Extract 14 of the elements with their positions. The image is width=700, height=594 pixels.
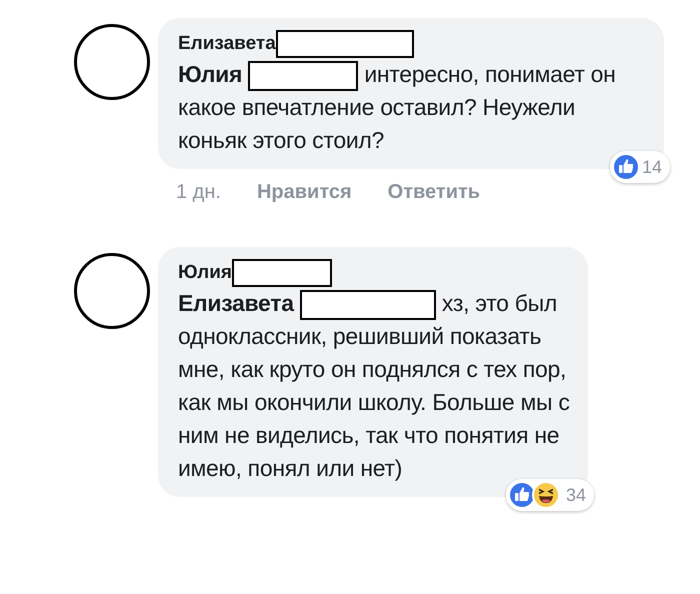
thumbs-up-icon	[508, 481, 536, 509]
author-name[interactable]: Елизавета	[178, 32, 276, 56]
reply-link[interactable]: Ответить	[388, 177, 480, 207]
reaction-count: 14	[642, 156, 662, 178]
laughing-face-icon	[532, 481, 560, 509]
reaction-count: 34	[566, 484, 586, 506]
comment-time[interactable]: 1 дн.	[176, 177, 221, 207]
reaction-badge[interactable]: 34	[506, 479, 594, 511]
reaction-badge[interactable]: 14	[610, 151, 670, 183]
thumbs-up-icon	[612, 153, 640, 181]
author-name[interactable]: Юлия	[178, 261, 232, 285]
avatar[interactable]	[74, 253, 150, 329]
avatar[interactable]	[74, 24, 150, 100]
like-link[interactable]: Нравится	[256, 177, 352, 207]
